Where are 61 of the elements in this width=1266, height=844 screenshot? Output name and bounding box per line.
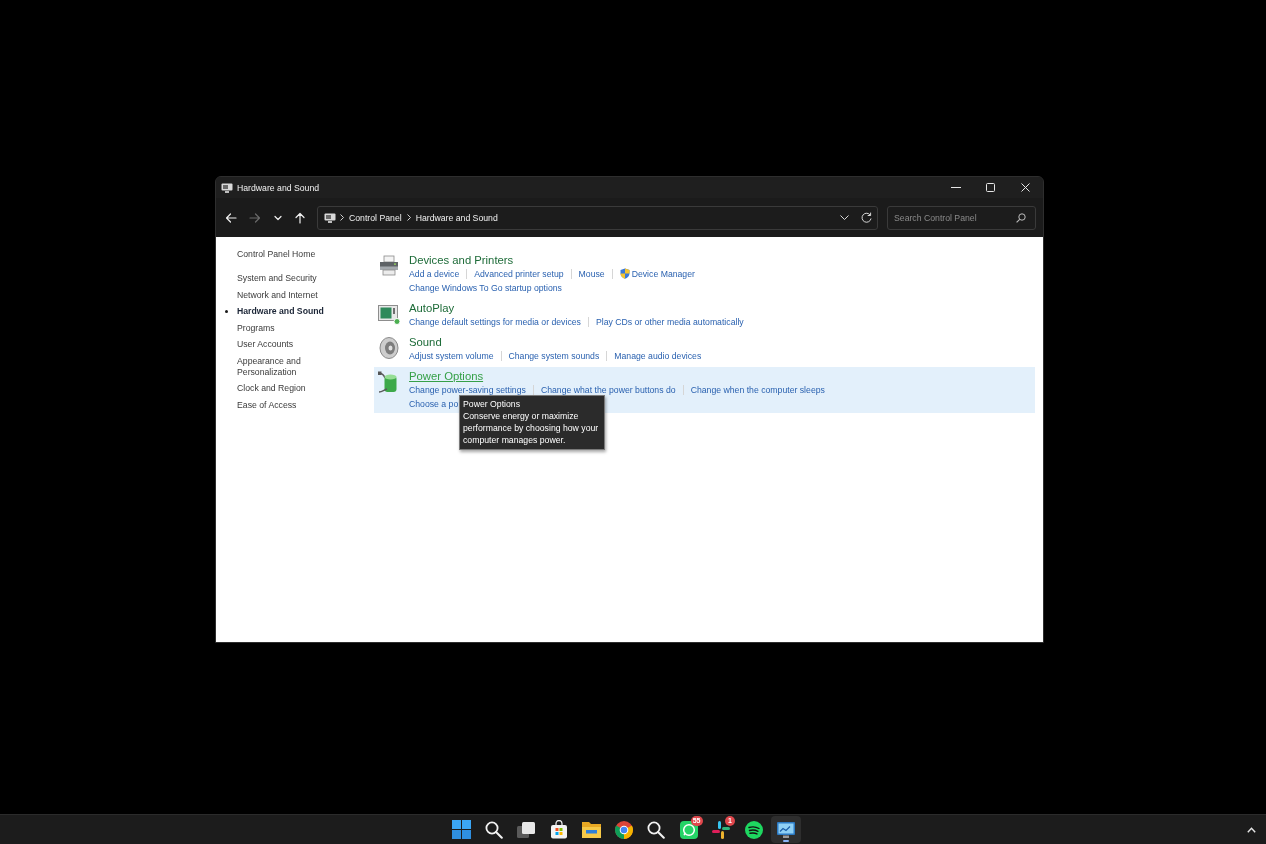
sidebar-link[interactable]: Control Panel Home <box>237 248 316 260</box>
sidebar-link[interactable]: Clock and Region <box>237 383 306 394</box>
search-icon <box>484 820 503 839</box>
tooltip-text: Conserve energy or maximize performance by choosing how your computer manages power. <box>463 409 600 446</box>
sidebar-link[interactable]: Ease of Access <box>237 399 297 411</box>
four-squares-icon <box>451 820 471 839</box>
chat-bubble-icon <box>679 820 698 839</box>
search-icon <box>647 820 665 839</box>
sidebar-link[interactable]: System and Security <box>237 273 317 284</box>
pinwheel-icon <box>712 820 730 839</box>
monitor-icon <box>324 212 336 223</box>
task-link[interactable]: Change power-saving settings <box>409 382 526 397</box>
task-link[interactable]: Play CDs or other media automatically <box>595 314 744 329</box>
breadcrumb-link[interactable]: Control Panel <box>349 212 402 223</box>
task-link[interactable]: Change system sounds <box>508 348 600 363</box>
shopping-bag-icon <box>549 820 568 839</box>
sidebar-link[interactable]: Network and Internet <box>237 289 318 301</box>
monitor-icon <box>221 182 233 193</box>
circle-arcs-icon <box>744 820 763 839</box>
task-link[interactable]: Advanced printer setup <box>474 266 564 281</box>
task-link[interactable]: Device Manager <box>631 266 695 281</box>
task-link[interactable]: Change Windows To Go startup options <box>409 280 562 295</box>
sidebar-link[interactable]: Appearance and Personalization <box>237 355 331 378</box>
category-link[interactable]: AutoPlay <box>409 300 455 315</box>
printer-icon[interactable] <box>377 253 401 278</box>
task-link[interactable]: Manage audio devices <box>614 348 702 363</box>
close-icon[interactable] <box>1021 183 1030 192</box>
task-link[interactable]: Add a device <box>409 266 460 281</box>
back-arrow-icon[interactable] <box>225 211 237 224</box>
sidebar-link[interactable]: User Accounts <box>237 339 293 350</box>
task-link[interactable]: Change when the computer sleeps <box>690 382 825 397</box>
search-icon[interactable] <box>1016 212 1026 223</box>
task-link[interactable]: Change default settings for media or devices <box>409 314 581 329</box>
speaker-icon[interactable] <box>377 335 401 360</box>
folder-icon <box>581 821 601 838</box>
overlapping-squares-icon <box>517 820 535 839</box>
task-link[interactable]: Choose a po <box>409 396 459 411</box>
chevron-right-icon <box>340 214 344 221</box>
search-field[interactable]: Search Control Panel <box>887 205 1036 230</box>
chevron-up-icon[interactable] <box>1247 826 1256 833</box>
bullet-icon <box>225 310 228 313</box>
window-title: Hardware and Sound <box>237 182 320 193</box>
category-link[interactable]: Sound <box>409 334 442 349</box>
sidebar-link[interactable]: Programs <box>237 322 275 334</box>
address-bar[interactable]: Control Panel Hardware and Sound <box>317 205 878 230</box>
maximize-icon[interactable] <box>986 183 995 192</box>
chevron-down-icon[interactable] <box>839 215 849 220</box>
monitor-icon <box>777 821 795 838</box>
taskbar-button[interactable] <box>771 816 801 843</box>
task-link[interactable]: Adjust system volume <box>409 348 494 363</box>
minimize-icon[interactable] <box>950 187 961 188</box>
chevron-right-icon <box>406 214 411 221</box>
breadcrumb-link[interactable]: Hardware and Sound <box>415 212 498 223</box>
task-link[interactable]: Mouse <box>578 266 605 281</box>
tooltip-title: Power Options <box>463 397 521 410</box>
category-link[interactable]: Devices and Printers <box>409 252 514 267</box>
sidebar-link[interactable]: Hardware and Sound <box>237 306 324 317</box>
up-arrow-icon[interactable] <box>294 211 306 224</box>
task-link[interactable]: Change what the power buttons do <box>540 382 676 397</box>
refresh-icon[interactable] <box>860 212 872 223</box>
tricolor-circle-icon <box>614 820 633 839</box>
